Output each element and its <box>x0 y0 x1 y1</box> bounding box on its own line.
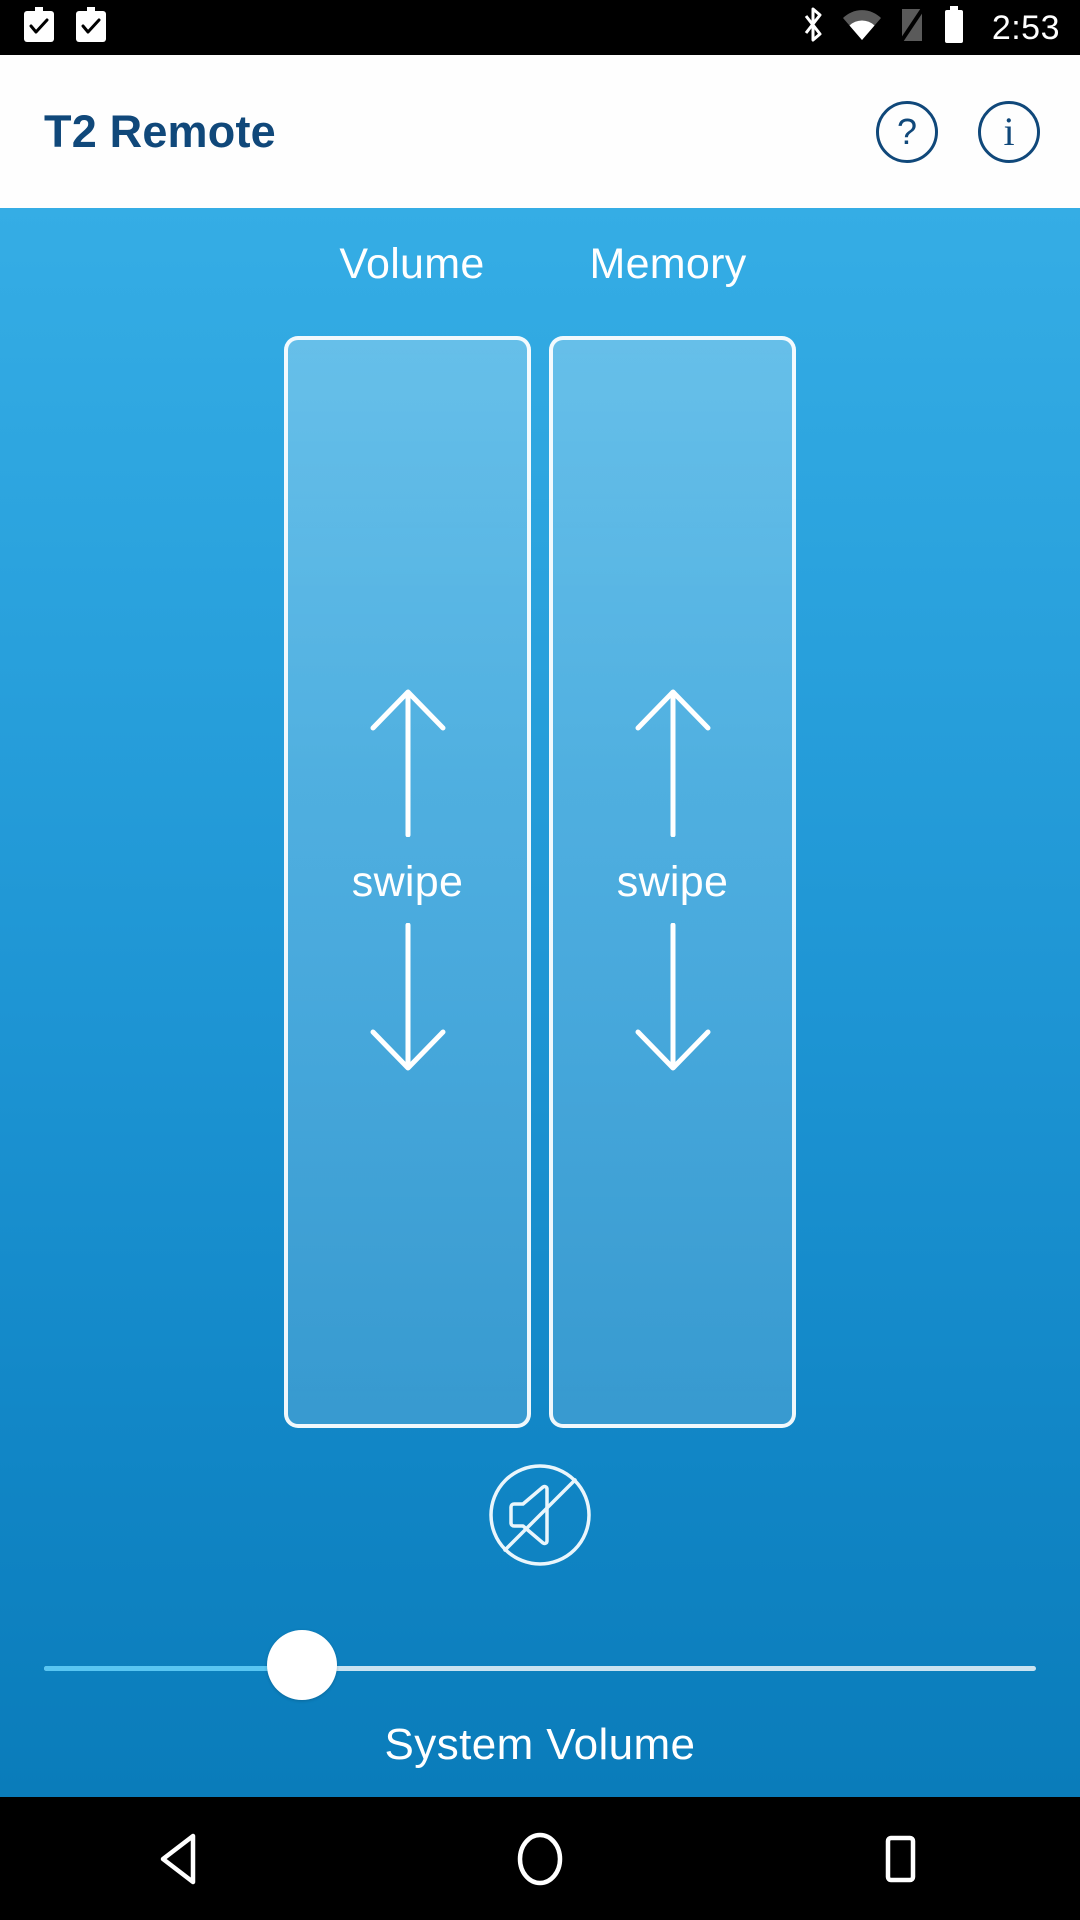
info-icon[interactable]: i <box>978 100 1040 163</box>
slider-thumb[interactable] <box>266 1630 337 1700</box>
help-icon[interactable]: ? <box>876 100 938 163</box>
navigation-bar <box>0 1797 1080 1920</box>
pad-header-volume: Volume <box>339 240 485 288</box>
status-bar: 2:53 <box>0 0 1080 55</box>
wifi-icon <box>842 9 882 46</box>
swipe-pad-memory-inner: swipe <box>553 687 792 1078</box>
app-bar-actions: ? i <box>876 100 1040 163</box>
sim-off-icon <box>898 5 926 50</box>
swipe-pad-memory-label: swipe <box>616 857 729 906</box>
arrow-up-icon <box>630 687 716 842</box>
page-title: T2 Remote <box>44 105 276 157</box>
pad-headers: Volume Memory <box>284 240 796 289</box>
slider-fill <box>44 1666 302 1671</box>
arrow-down-icon <box>630 922 716 1078</box>
system-volume-label: System Volume <box>384 1720 696 1769</box>
status-bar-right-icons: 2:53 <box>800 5 1060 50</box>
battery-icon <box>942 5 966 50</box>
pad-header-memory: Memory <box>589 240 747 288</box>
swipe-pad-volume[interactable]: swipe <box>284 336 531 1428</box>
status-bar-left-icons <box>22 6 108 49</box>
bluetooth-icon <box>800 5 826 50</box>
swipe-pads: swipe swipe <box>284 336 796 1428</box>
task-complete-icon <box>74 6 108 49</box>
app-bar: T2 Remote ? i <box>0 55 1080 208</box>
mute-button-wrapper <box>0 1456 1080 1579</box>
swipe-pad-volume-inner: swipe <box>288 687 527 1078</box>
triangle-back-icon[interactable] <box>80 1797 280 1920</box>
task-complete-icon <box>22 6 56 49</box>
swipe-pad-volume-label: swipe <box>351 857 464 906</box>
volume-mute-icon[interactable] <box>481 1456 599 1579</box>
circle-home-icon[interactable] <box>440 1797 640 1920</box>
arrow-up-icon <box>365 687 451 842</box>
main-content: Volume Memory swipe swipe System Volume <box>0 208 1080 1797</box>
arrow-down-icon <box>365 922 451 1078</box>
square-recents-icon[interactable] <box>800 1797 1000 1920</box>
status-bar-clock: 2:53 <box>991 8 1060 47</box>
swipe-pad-memory[interactable]: swipe <box>549 336 796 1428</box>
system-volume-slider[interactable] <box>44 1630 1036 1700</box>
